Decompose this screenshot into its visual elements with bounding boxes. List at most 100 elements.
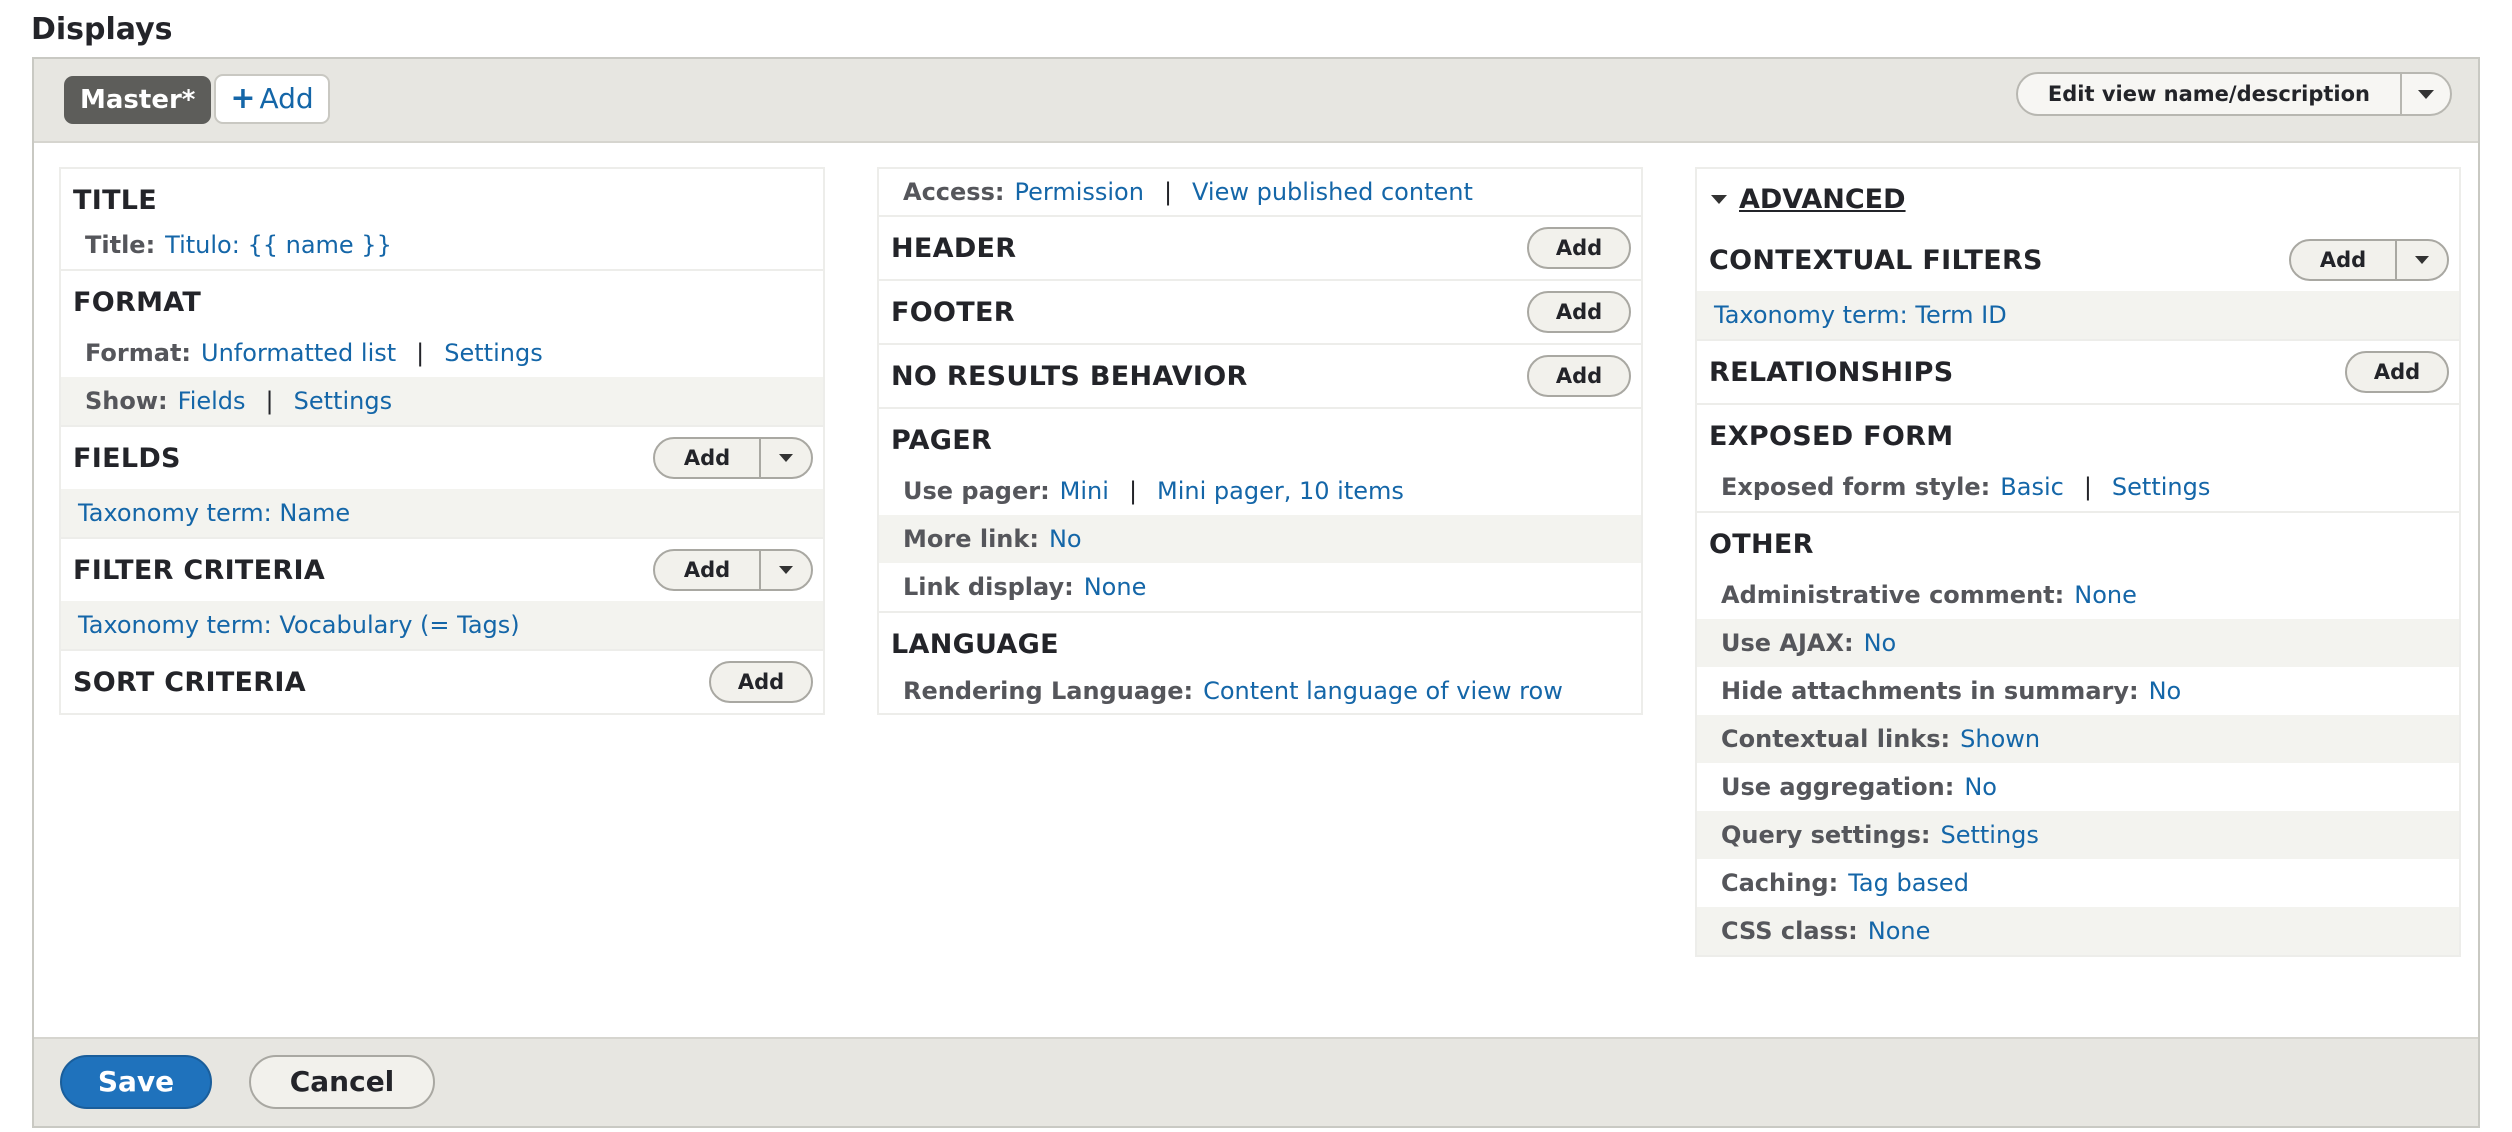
section-title: TITLE Title: Titulo: {{ name }}	[61, 169, 823, 271]
edit-view-dropbutton: Edit view name/description	[2015, 72, 2452, 116]
chevron-down-icon	[779, 566, 793, 574]
no-results-add-button[interactable]: Add	[1527, 355, 1631, 397]
fields-add-dropdown-toggle[interactable]	[759, 439, 811, 477]
filter-add-dropdown-toggle[interactable]	[759, 551, 811, 589]
separator: |	[1128, 477, 1138, 505]
rendering-language-value-link[interactable]: Content language of view row	[1203, 677, 1563, 705]
section-heading: SORT CRITERIA	[73, 666, 306, 698]
section-sort-criteria: SORT CRITERIA Add	[61, 651, 823, 713]
edit-view-dropdown-toggle[interactable]	[2400, 74, 2450, 114]
advanced-heading: ADVANCED	[1739, 183, 1906, 215]
plus-icon: +	[230, 81, 256, 116]
exposed-form-settings-link[interactable]: Settings	[2112, 473, 2210, 501]
access-value-link[interactable]: Permission	[1014, 178, 1143, 206]
fields-add-button[interactable]: Add	[655, 439, 759, 477]
other-row-value-link[interactable]: None	[2074, 581, 2137, 609]
cancel-button[interactable]: Cancel	[249, 1055, 435, 1109]
other-row: Query settings: Settings	[1697, 811, 2459, 859]
section-footer: FOOTER Add	[879, 281, 1641, 345]
column-third: ADVANCED CONTEXTUAL FILTERS Add Taxonomy…	[1695, 167, 2461, 957]
other-row: Use aggregation: No	[1697, 763, 2459, 811]
rendering-language-label: Rendering Language:	[903, 677, 1194, 705]
other-row-value-link[interactable]: Shown	[1960, 725, 2040, 753]
section-relationships: RELATIONSHIPS Add	[1697, 341, 2459, 405]
section-filter-criteria: FILTER CRITERIA Add Taxonomy term: Vocab…	[61, 539, 823, 651]
save-button[interactable]: Save	[60, 1055, 212, 1109]
form-actions-bar: Save Cancel	[34, 1037, 2478, 1126]
link-display-label: Link display:	[903, 573, 1074, 601]
section-pager: PAGER Use pager: Mini | Mini pager, 10 i…	[879, 409, 1641, 613]
column-second: Access: Permission | View published cont…	[877, 167, 1643, 715]
other-row-label: Query settings:	[1721, 821, 1931, 849]
link-display-value-link[interactable]: None	[1084, 573, 1147, 601]
section-heading: RELATIONSHIPS	[1709, 356, 1954, 388]
other-row: Hide attachments in summary: No	[1697, 667, 2459, 715]
section-heading: PAGER	[891, 424, 993, 456]
other-row: Caching: Tag based	[1697, 859, 2459, 907]
more-link-value-link[interactable]: No	[1049, 525, 1082, 553]
use-pager-value-link[interactable]: Mini	[1060, 477, 1109, 505]
more-link-label: More link:	[903, 525, 1039, 553]
separator: |	[416, 339, 425, 367]
section-heading: FILTER CRITERIA	[73, 554, 326, 586]
other-row-value-link[interactable]: No	[2149, 677, 2182, 705]
sort-add-button[interactable]: Add	[709, 661, 813, 703]
chevron-down-icon	[779, 454, 793, 462]
exposed-form-style-value-link[interactable]: Basic	[2000, 473, 2064, 501]
other-row-value-link[interactable]: No	[1864, 629, 1897, 657]
separator: |	[1163, 178, 1173, 206]
other-row: Administrative comment: None	[1697, 571, 2459, 619]
other-row: CSS class: None	[1697, 907, 2459, 955]
fields-add-dropbutton: Add	[653, 437, 813, 479]
section-heading: HEADER	[891, 232, 1017, 264]
exposed-form-style-label: Exposed form style:	[1721, 473, 1991, 501]
other-row-value-link[interactable]: None	[1868, 917, 1931, 945]
format-row: Format: Unformatted list | Settings	[61, 329, 823, 377]
link-display-row: Link display: None	[879, 563, 1641, 611]
chevron-down-icon	[2415, 256, 2429, 264]
title-value-link[interactable]: Titulo: {{ name }}	[165, 231, 392, 259]
advanced-toggle[interactable]: ADVANCED	[1697, 169, 2459, 229]
filter-item-link[interactable]: Taxonomy term: Vocabulary (= Tags)	[78, 611, 520, 639]
contextual-add-dropdown-toggle[interactable]	[2395, 241, 2447, 279]
format-value-link[interactable]: Unformatted list	[201, 339, 396, 367]
use-pager-row: Use pager: Mini | Mini pager, 10 items	[879, 467, 1641, 515]
contextual-add-button[interactable]: Add	[2291, 241, 2395, 279]
other-row: Use AJAX: No	[1697, 619, 2459, 667]
other-row-value-link[interactable]: Settings	[1940, 821, 2038, 849]
other-row-value-link[interactable]: Tag based	[1848, 869, 1969, 897]
exposed-form-style-row: Exposed form style: Basic | Settings	[1697, 463, 2459, 511]
edit-view-name-button[interactable]: Edit view name/description	[2018, 74, 2400, 114]
footer-add-button[interactable]: Add	[1527, 291, 1631, 333]
header-add-button[interactable]: Add	[1527, 227, 1631, 269]
add-display-button[interactable]: + Add	[214, 74, 330, 124]
field-item: Taxonomy term: Name	[61, 489, 823, 537]
filter-item: Taxonomy term: Vocabulary (= Tags)	[61, 601, 823, 649]
contextual-item-link[interactable]: Taxonomy term: Term ID	[1714, 301, 2007, 329]
title-label: Title:	[85, 231, 156, 259]
section-heading: EXPOSED FORM	[1709, 420, 1954, 452]
section-heading: TITLE	[73, 184, 158, 216]
other-row-label: CSS class:	[1721, 917, 1858, 945]
show-value-link[interactable]: Fields	[178, 387, 246, 415]
section-heading: FOOTER	[891, 296, 1015, 328]
access-detail-link[interactable]: View published content	[1192, 178, 1473, 206]
show-settings-link[interactable]: Settings	[294, 387, 392, 415]
format-settings-link[interactable]: Settings	[444, 339, 542, 367]
section-contextual-filters: CONTEXTUAL FILTERS Add Taxonomy term: Te…	[1697, 229, 2459, 341]
show-row: Show: Fields | Settings	[61, 377, 823, 425]
show-label: Show:	[85, 387, 168, 415]
use-pager-detail-link[interactable]: Mini pager, 10 items	[1157, 477, 1404, 505]
field-item-link[interactable]: Taxonomy term: Name	[78, 499, 350, 527]
other-row-label: Use AJAX:	[1721, 629, 1854, 657]
filter-add-button[interactable]: Add	[655, 551, 759, 589]
other-row-value-link[interactable]: No	[1964, 773, 1997, 801]
relationships-add-button[interactable]: Add	[2345, 351, 2449, 393]
section-heading: FORMAT	[73, 286, 202, 318]
other-row-label: Hide attachments in summary:	[1721, 677, 2139, 705]
page-title: Displays	[31, 12, 173, 47]
separator: |	[2083, 473, 2092, 501]
access-label: Access:	[903, 178, 1005, 206]
contextual-item: Taxonomy term: Term ID	[1697, 291, 2459, 339]
tab-master[interactable]: Master*	[64, 76, 212, 124]
